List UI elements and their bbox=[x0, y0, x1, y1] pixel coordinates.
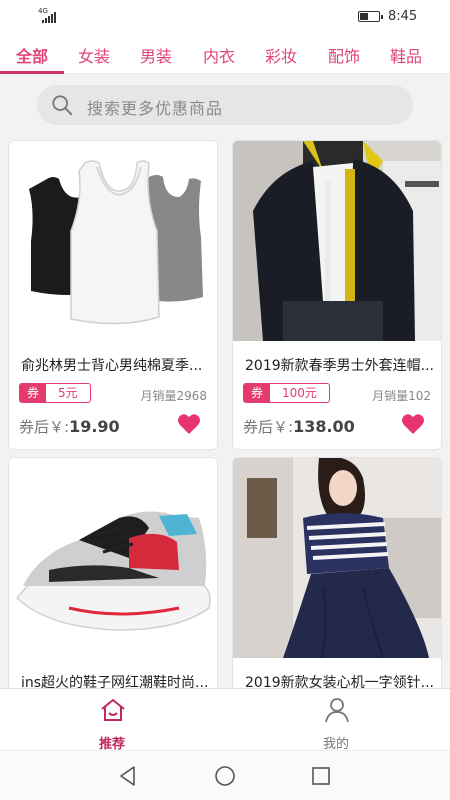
search-icon bbox=[52, 95, 73, 116]
monthly-sales: 月销量2968 bbox=[140, 389, 207, 403]
product-image-dress[interactable] bbox=[233, 458, 441, 658]
product-image-tank-tops[interactable] bbox=[9, 141, 217, 341]
clock: 8:45 bbox=[388, 9, 418, 24]
price-value: 138.00 bbox=[293, 417, 355, 436]
user-icon bbox=[325, 698, 349, 723]
product-image-jacket[interactable] bbox=[233, 141, 441, 341]
price: 券后￥:138.00 bbox=[243, 416, 355, 437]
bottom-nav: 推荐 我的 bbox=[0, 688, 450, 752]
signal-icon bbox=[42, 12, 56, 23]
tab-mens[interactable]: 男装 bbox=[140, 43, 172, 67]
search-input[interactable]: 搜索更多优惠商品 bbox=[37, 85, 413, 125]
product-card[interactable]: 俞兆林男士背心男纯棉夏季... 券 5元 月销量2968 券后￥:19.90 bbox=[8, 140, 218, 450]
tab-all[interactable]: 全部 bbox=[16, 43, 48, 67]
product-image-sneaker[interactable] bbox=[9, 458, 217, 658]
status-bar: 4G 8:45 bbox=[0, 0, 450, 34]
product-card[interactable]: 2019新款春季男士外套连帽... 券 100元 月销量102 券后￥:138.… bbox=[232, 140, 442, 450]
tab-makeup[interactable]: 彩妆 bbox=[265, 43, 297, 67]
price-label: 券后￥: bbox=[243, 418, 294, 436]
product-card[interactable]: ins超火的鞋子网红潮鞋时尚... bbox=[8, 457, 218, 697]
nav-mine[interactable]: 我的 bbox=[286, 689, 386, 752]
heart-icon[interactable] bbox=[401, 413, 425, 435]
coupon-label: 券 bbox=[20, 384, 46, 402]
coupon-badge: 券 5元 bbox=[19, 383, 91, 403]
price-label: 券后￥: bbox=[19, 418, 70, 436]
tab-underwear[interactable]: 内衣 bbox=[203, 43, 235, 67]
nav-recommend[interactable]: 推荐 bbox=[62, 689, 162, 752]
search-placeholder: 搜索更多优惠商品 bbox=[87, 99, 224, 118]
heart-icon[interactable] bbox=[177, 413, 201, 435]
recents-icon[interactable] bbox=[310, 765, 332, 787]
product-title[interactable]: 俞兆林男士背心男纯棉夏季... bbox=[21, 355, 211, 375]
system-nav-bar bbox=[0, 750, 450, 800]
home-icon bbox=[101, 699, 125, 721]
product-card[interactable]: 2019新款女装心机一字领针... bbox=[232, 457, 442, 697]
coupon-value: 100元 bbox=[282, 386, 317, 400]
tab-womens[interactable]: 女装 bbox=[78, 43, 110, 67]
tab-shoes[interactable]: 鞋品 bbox=[390, 43, 422, 67]
category-tabs: 全部 女装 男装 内衣 彩妆 配饰 鞋品 bbox=[0, 34, 450, 74]
back-icon[interactable] bbox=[117, 765, 139, 787]
coupon-label: 券 bbox=[244, 384, 270, 402]
search-area: 搜索更多优惠商品 bbox=[0, 74, 450, 136]
price-value: 19.90 bbox=[69, 417, 120, 436]
coupon-value: 5元 bbox=[58, 386, 78, 400]
home-circle-icon[interactable] bbox=[214, 765, 236, 787]
tab-accessories[interactable]: 配饰 bbox=[328, 43, 360, 67]
monthly-sales: 月销量102 bbox=[372, 389, 431, 403]
price: 券后￥:19.90 bbox=[19, 416, 120, 437]
product-title[interactable]: 2019新款春季男士外套连帽... bbox=[245, 355, 435, 375]
battery-icon bbox=[358, 11, 383, 22]
coupon-badge: 券 100元 bbox=[243, 383, 330, 403]
